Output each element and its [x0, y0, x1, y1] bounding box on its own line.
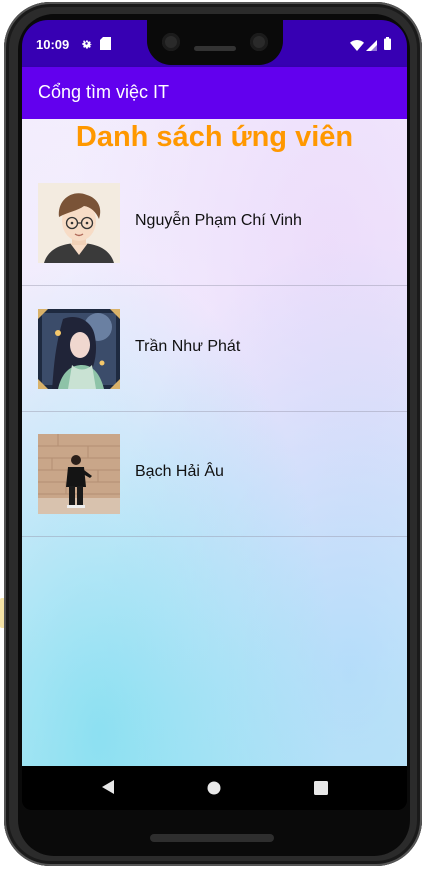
status-time: 10:09: [36, 37, 70, 52]
earpiece-speaker: [194, 46, 236, 51]
candidate-list-screen[interactable]: Danh sách ứng viên Nguyễn Phạm Chí Vinh …: [22, 119, 407, 766]
status-bar: 10:09: [22, 20, 407, 67]
bottom-speaker: [150, 834, 274, 842]
candidate-name: Trần Như Phát: [135, 338, 241, 355]
system-nav-bar: [22, 766, 407, 810]
cartoon-portrait-avatar: [38, 183, 120, 263]
candidate-list-item[interactable]: Nguyễn Phạm Chí Vinh: [22, 160, 407, 286]
app-bar: Cổng tìm việc IT: [22, 67, 407, 119]
wifi-icon: [350, 38, 364, 56]
front-camera-icon: [162, 33, 180, 51]
recents-icon[interactable]: [314, 781, 328, 800]
device-stage: 10:09 Cổng tìm việc IT Danh sách ứng viê…: [0, 0, 425, 869]
gear-icon: [80, 37, 93, 55]
candidate-list-item[interactable]: Bạch Hải Âu: [22, 411, 407, 537]
back-icon[interactable]: [101, 779, 115, 800]
phone-screen: 10:09 Cổng tìm việc IT Danh sách ứng viê…: [22, 20, 407, 810]
fantasy-character-avatar: [38, 309, 120, 389]
battery-icon: [384, 37, 391, 55]
candidate-name: Bạch Hải Âu: [135, 463, 224, 480]
home-icon[interactable]: [207, 781, 221, 800]
sd-card-icon: [100, 37, 111, 55]
candidate-name: Nguyễn Phạm Chí Vinh: [135, 212, 302, 229]
camera-notch: [147, 20, 283, 65]
front-camera-icon: [250, 33, 268, 51]
app-title: Cổng tìm việc IT: [38, 82, 170, 102]
list-title: Danh sách ứng viên: [75, 121, 354, 153]
candidate-list-item[interactable]: Trần Như Phát: [22, 286, 407, 412]
person-by-wall-photo-avatar: [38, 434, 120, 514]
signal-icon: [366, 38, 377, 56]
